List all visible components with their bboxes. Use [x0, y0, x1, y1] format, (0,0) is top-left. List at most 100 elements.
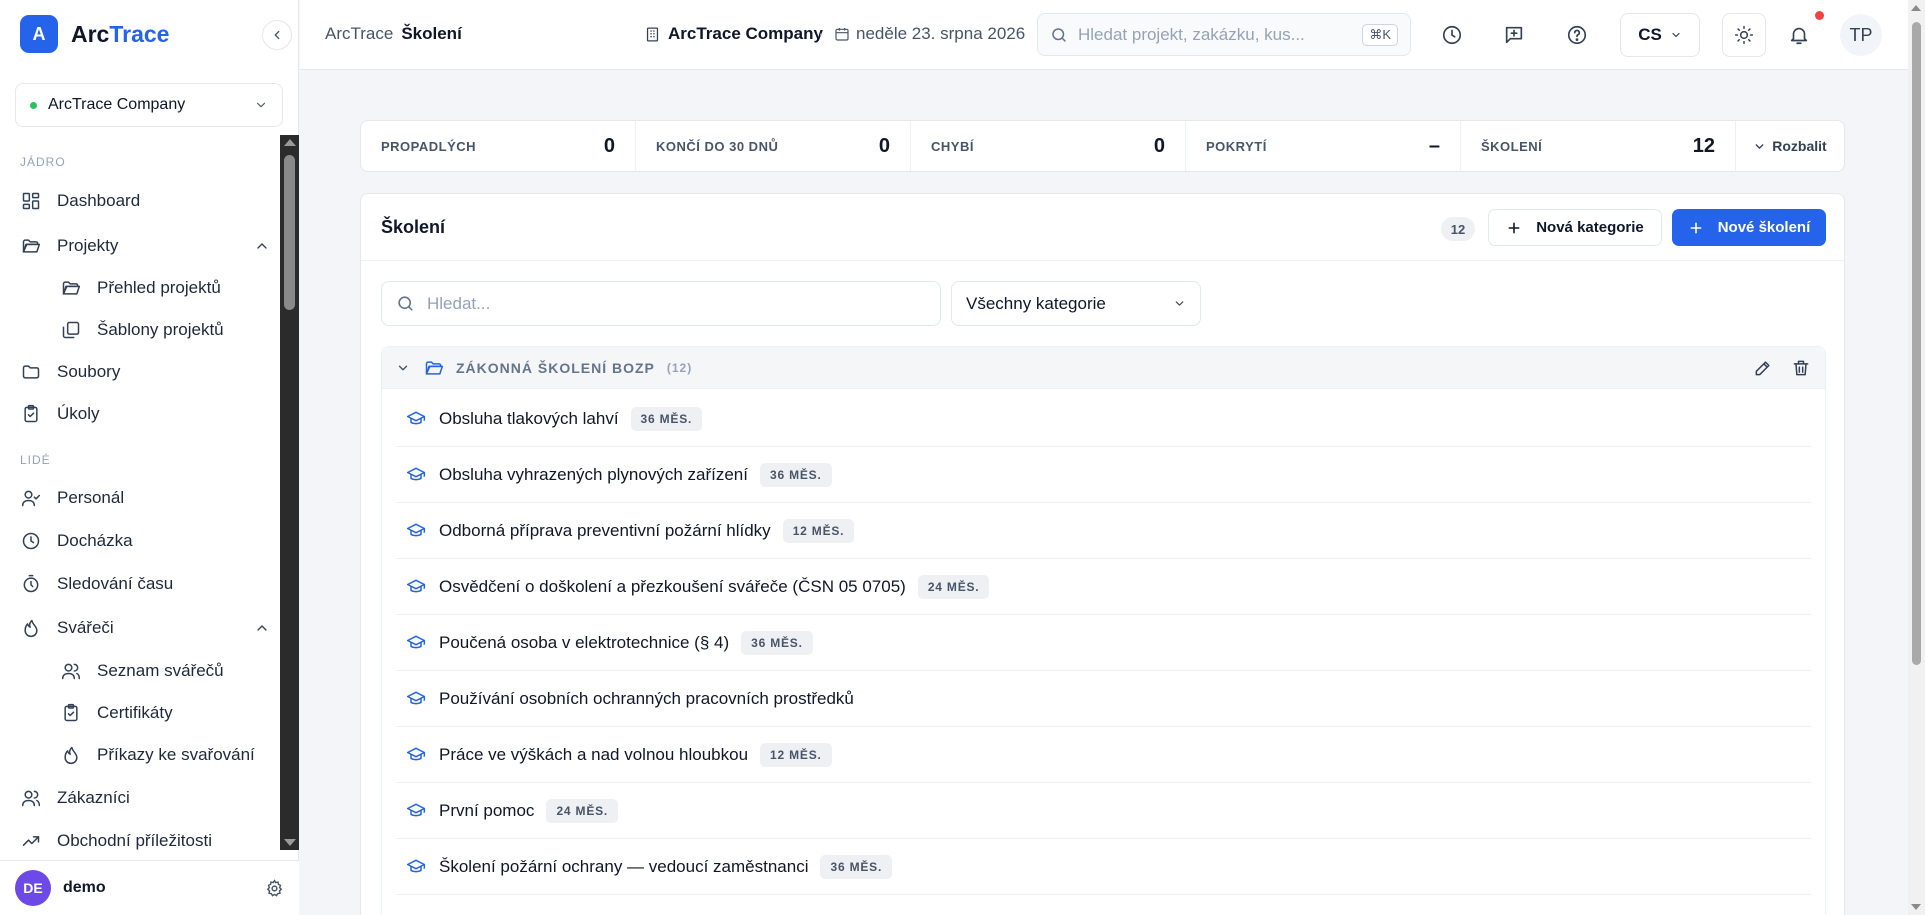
- logo-text-part1: Arc: [71, 20, 110, 47]
- sidebar-item-label: Přehled projektů: [97, 278, 221, 297]
- sidebar-item-attendance[interactable]: Docházka: [20, 525, 270, 557]
- training-row[interactable]: Používání osobních ochranných pracovních…: [396, 671, 1811, 727]
- sidebar-item-projects-overview[interactable]: Přehled projektů: [60, 272, 270, 304]
- sidebar-item-projects[interactable]: Projekty: [20, 230, 270, 262]
- language-label: CS: [1638, 25, 1662, 44]
- global-search[interactable]: Hledat projekt, zakázku, kus... ⌘K: [1037, 13, 1411, 56]
- validity-badge: 24 MĚS.: [917, 574, 990, 599]
- training-category-group: ZÁKONNÁ ŠKOLENÍ BOZP (12) Obsluha tlakov…: [381, 346, 1826, 915]
- plus-icon: [1688, 220, 1704, 236]
- expand-stats-label: Rozbalit: [1772, 138, 1827, 154]
- sidebar-item-customers[interactable]: Zákazníci: [20, 782, 270, 814]
- graduation-cap-icon: [406, 801, 426, 821]
- sidebar-item-certificates[interactable]: Certifikáty: [60, 697, 270, 729]
- feedback-button[interactable]: [1497, 18, 1531, 52]
- sidebar-item-personnel[interactable]: Personál: [20, 482, 270, 514]
- training-row[interactable]: Školení požární ochrany — vedoucí zaměst…: [396, 839, 1811, 895]
- training-search-input[interactable]: Hledat...: [381, 281, 941, 326]
- sidebar-item-opportunities[interactable]: Obchodní příležitosti: [20, 825, 270, 850]
- sidebar-item-time-tracking[interactable]: Sledování času: [20, 568, 270, 600]
- sidebar-item-welding-orders[interactable]: Příkazy ke svařování: [60, 739, 270, 771]
- sidebar-item-project-templates[interactable]: Šablony projektů: [60, 314, 270, 346]
- training-row[interactable]: Odborná příprava preventivní požární hlí…: [396, 503, 1811, 559]
- category-count: (12): [666, 360, 693, 375]
- user-menu[interactable]: DE demo: [0, 860, 299, 915]
- help-button[interactable]: [1560, 18, 1594, 52]
- expand-stats-button[interactable]: Rozbalit: [1736, 121, 1844, 171]
- graduation-cap-icon: [406, 633, 426, 653]
- training-name: Školení požární ochrany — vedoucí zaměst…: [439, 856, 809, 876]
- copy-icon: [60, 319, 82, 341]
- training-row[interactable]: Práce ve výškách a nad volnou hloubkou 1…: [396, 727, 1811, 783]
- folder-open-icon: [60, 277, 82, 299]
- user-avatar-button[interactable]: TP: [1840, 14, 1882, 56]
- language-selector[interactable]: CS: [1620, 13, 1700, 57]
- trash-icon[interactable]: [1791, 358, 1811, 378]
- stat-value: 0: [603, 134, 615, 157]
- user-name: demo: [63, 879, 106, 896]
- sidebar-item-label: Seznam svářečů: [97, 661, 224, 680]
- new-training-button[interactable]: Nové školení: [1672, 209, 1826, 246]
- folder-open-icon: [424, 358, 444, 378]
- breadcrumb-root[interactable]: ArcTrace: [325, 24, 393, 43]
- graduation-cap-icon: [406, 745, 426, 765]
- separator: ·: [818, 24, 824, 43]
- graduation-cap-icon: [406, 465, 426, 485]
- stat-label: POKRYTÍ: [1206, 138, 1267, 154]
- scroll-up-arrow[interactable]: [1911, 5, 1921, 11]
- message-plus-icon: [1503, 24, 1525, 46]
- building-icon: [644, 26, 661, 43]
- stat-missing: CHYBÍ 0: [911, 121, 1186, 171]
- validity-badge: 36 MĚS.: [630, 406, 703, 431]
- training-row[interactable]: Obsluha vyhrazených plynových zařízení 3…: [396, 447, 1811, 503]
- sidebar-scrollbar[interactable]: [280, 135, 299, 850]
- sidebar-item-files[interactable]: Soubory: [20, 356, 270, 388]
- folder-icon: [20, 361, 42, 383]
- stat-value: 0: [878, 134, 890, 157]
- training-name: Poučená osoba v elektrotechnice (§ 4): [439, 632, 730, 652]
- chevron-down-icon: [254, 98, 268, 112]
- scroll-down-arrow[interactable]: [1911, 904, 1921, 910]
- training-row[interactable]: Poučená osoba v elektrotechnice (§ 4) 36…: [396, 615, 1811, 671]
- sidebar-item-welders[interactable]: Svářeči: [20, 612, 270, 644]
- logo-text-part2: Trace: [109, 20, 170, 47]
- plus-icon: [1506, 220, 1522, 236]
- category-header[interactable]: ZÁKONNÁ ŠKOLENÍ BOZP (12): [382, 347, 1825, 389]
- history-button[interactable]: [1435, 18, 1469, 52]
- sidebar-item-welders-list[interactable]: Seznam svářečů: [60, 655, 270, 687]
- edit-icon[interactable]: [1753, 358, 1773, 378]
- scrollbar-thumb[interactable]: [1912, 22, 1921, 665]
- notification-dot: [1815, 11, 1824, 20]
- training-row[interactable]: Obsluha tlakových lahví 36 MĚS.: [396, 391, 1811, 447]
- sidebar-item-label: Projekty: [57, 236, 119, 255]
- gear-icon[interactable]: [265, 878, 284, 898]
- training-name: Odborná příprava preventivní požární hlí…: [439, 520, 771, 540]
- scroll-down-arrow[interactable]: [284, 839, 296, 846]
- training-row[interactable]: Osvědčení o doškolení a přezkoušení svář…: [396, 559, 1811, 615]
- validity-badge: 36 MĚS.: [741, 630, 813, 655]
- sidebar-item-label: Svářeči: [57, 618, 114, 637]
- category-filter-select[interactable]: Všechny kategorie: [951, 281, 1201, 326]
- sidebar-item-tasks[interactable]: Úkoly: [20, 398, 270, 430]
- breadcrumb-current: Školení: [401, 24, 462, 43]
- company-selector[interactable]: ArcTrace Company: [15, 83, 283, 127]
- chevron-down-icon[interactable]: [396, 361, 410, 375]
- shortcut-badge: ⌘K: [1362, 23, 1398, 46]
- training-row[interactable]: První pomoc 24 MĚS.: [396, 783, 1811, 839]
- graduation-cap-icon: [406, 521, 426, 541]
- theme-toggle-button[interactable]: [1722, 13, 1766, 57]
- flame-icon: [20, 617, 42, 639]
- validity-badge: 24 MĚS.: [546, 798, 619, 823]
- scroll-up-arrow[interactable]: [284, 139, 296, 146]
- new-training-label: Nové školení: [1717, 219, 1811, 236]
- scrollbar-thumb[interactable]: [284, 155, 295, 310]
- notifications-button[interactable]: [1782, 18, 1816, 52]
- sidebar-item-dashboard[interactable]: Dashboard: [20, 185, 270, 217]
- flame-icon: [60, 744, 82, 766]
- logo[interactable]: A ArcTrace: [20, 15, 169, 53]
- new-category-button[interactable]: Nová kategorie: [1488, 209, 1662, 246]
- page-scrollbar[interactable]: [1908, 0, 1925, 915]
- category-actions: [1753, 358, 1811, 378]
- collapse-sidebar-button[interactable]: [262, 20, 292, 50]
- trending-up-icon: [20, 830, 42, 850]
